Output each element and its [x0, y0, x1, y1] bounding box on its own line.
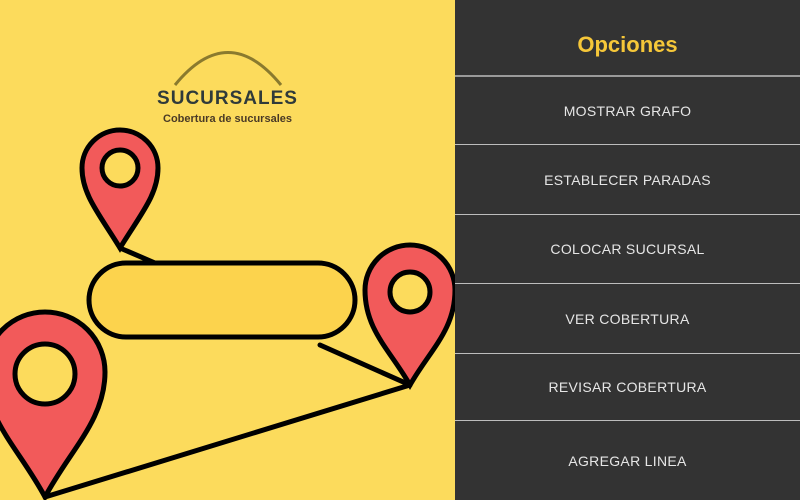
place-branch-button[interactable]: COLOCAR SUCURSAL	[455, 215, 800, 284]
view-coverage-button[interactable]: VER COBERTURA	[455, 284, 800, 354]
location-pin-icon	[362, 242, 455, 391]
add-line-button[interactable]: AGREGAR LINEA	[455, 421, 800, 500]
location-pin-icon	[79, 127, 161, 253]
location-pin-icon	[0, 309, 108, 500]
route-label-box	[86, 260, 358, 340]
logo-title: SUCURSALES	[157, 88, 298, 109]
panel-title: Opciones	[455, 0, 800, 77]
logo-arc	[173, 51, 283, 86]
set-stops-button[interactable]: ESTABLECER PARADAS	[455, 145, 800, 215]
review-coverage-button[interactable]: REVISAR COBERTURA	[455, 354, 800, 421]
options-panel: Opciones MOSTRAR GRAFO ESTABLECER PARADA…	[455, 0, 800, 500]
map-illustration	[0, 51, 455, 500]
show-graph-button[interactable]: MOSTRAR GRAFO	[455, 77, 800, 145]
logo-subtitle: Cobertura de sucursales	[163, 113, 292, 125]
